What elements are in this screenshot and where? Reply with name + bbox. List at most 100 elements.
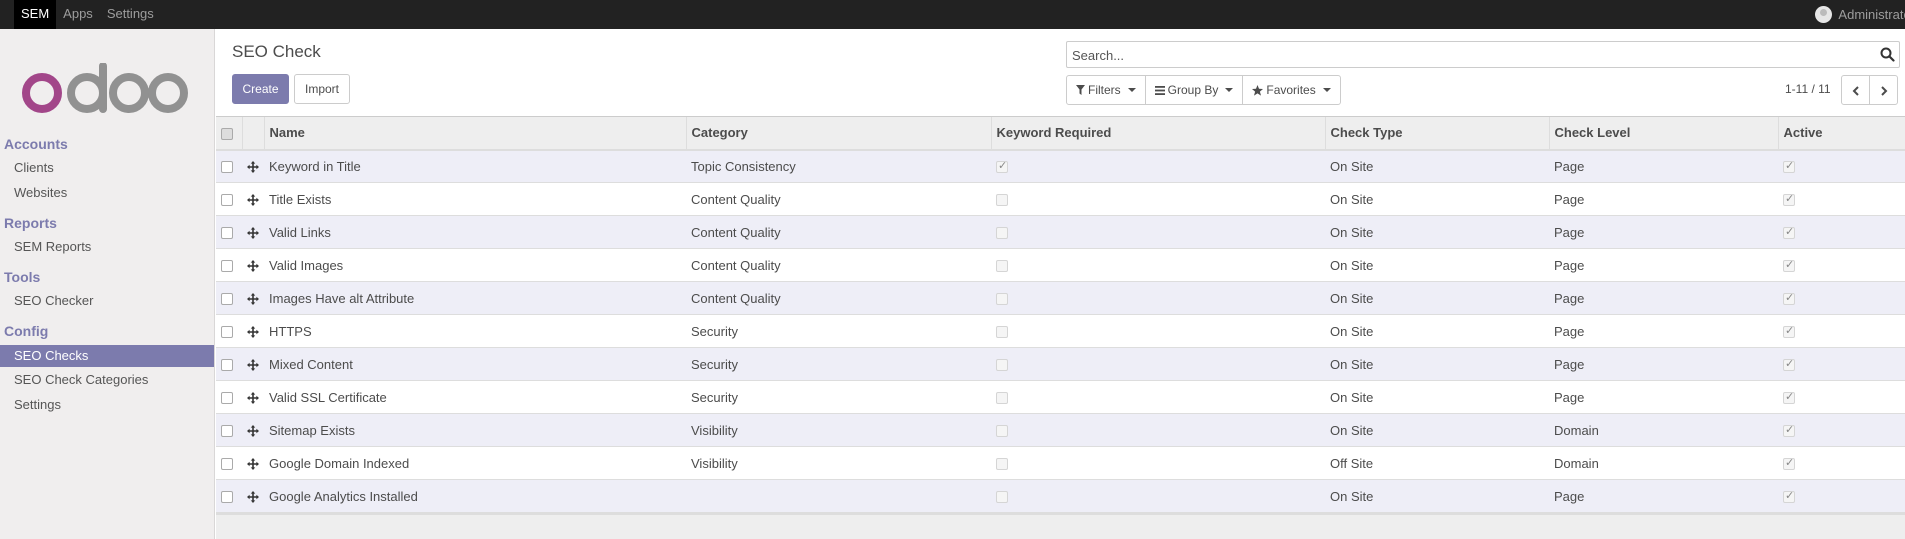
cell-check-level[interactable]: Page (1549, 315, 1778, 348)
cell-check-type[interactable]: On Site (1325, 414, 1549, 447)
sidebar-item-seo-checker[interactable]: SEO Checker (0, 290, 214, 312)
sidebar-item-settings[interactable]: Settings (0, 394, 214, 416)
cell-check-level[interactable]: Page (1549, 150, 1778, 183)
pager-previous-button[interactable] (1841, 75, 1870, 105)
menu-settings[interactable]: Settings (100, 0, 161, 29)
sidebar-item-clients[interactable]: Clients (0, 157, 214, 179)
drag-handle-icon[interactable] (247, 392, 259, 405)
cell-name[interactable]: HTTPS (264, 315, 686, 348)
cell-check-level[interactable]: Domain (1549, 447, 1778, 480)
pager-next-button[interactable] (1869, 75, 1898, 105)
column-header-keyword-required[interactable]: Keyword Required (990, 116, 1325, 151)
cell-check-type[interactable]: On Site (1325, 282, 1549, 315)
table-row[interactable]: Sitemap Exists Visibility On Site Domain (216, 413, 1905, 447)
cell-category[interactable]: Visibility (686, 447, 991, 480)
table-row[interactable]: Valid SSL Certificate Security On Site Page (216, 380, 1905, 414)
drag-handle-icon[interactable] (247, 491, 259, 504)
menu-apps[interactable]: Apps (56, 0, 100, 29)
select-all-checkbox[interactable] (221, 127, 233, 140)
cell-check-type[interactable]: On Site (1325, 348, 1549, 381)
cell-check-level[interactable]: Page (1549, 282, 1778, 315)
cell-category[interactable]: Topic Consistency (686, 150, 991, 183)
cell-category[interactable]: Security (686, 348, 991, 381)
cell-category[interactable]: Content Quality (686, 216, 991, 249)
cell-name[interactable]: Mixed Content (264, 348, 686, 381)
cell-name[interactable]: Title Exists (264, 183, 686, 216)
drag-handle-icon[interactable] (247, 425, 259, 438)
pager-value[interactable]: 1-11 / 11 (1785, 82, 1831, 96)
cell-check-level[interactable]: Domain (1549, 414, 1778, 447)
cell-check-level[interactable]: Page (1549, 216, 1778, 249)
cell-category[interactable]: Security (686, 381, 991, 414)
cell-check-level[interactable]: Page (1549, 183, 1778, 216)
table-row[interactable]: Mixed Content Security On Site Page (216, 347, 1905, 381)
cell-category[interactable]: Content Quality (686, 249, 991, 282)
table-row[interactable]: Title Exists Content Quality On Site Page (216, 182, 1905, 216)
sidebar-item-sem-reports[interactable]: SEM Reports (0, 236, 214, 258)
row-select-checkbox[interactable] (221, 491, 233, 504)
cell-check-type[interactable]: On Site (1325, 315, 1549, 348)
cell-name[interactable]: Images Have alt Attribute (264, 282, 686, 315)
cell-check-type[interactable]: On Site (1325, 480, 1549, 513)
import-button[interactable]: Import (294, 74, 350, 104)
cell-name[interactable]: Sitemap Exists (264, 414, 686, 447)
cell-category[interactable]: Security (686, 315, 991, 348)
row-select-checkbox[interactable] (221, 260, 233, 273)
group-by-button[interactable]: Group By (1144, 75, 1244, 105)
drag-handle-icon[interactable] (247, 161, 259, 174)
cell-check-type[interactable]: On Site (1325, 381, 1549, 414)
drag-handle-icon[interactable] (247, 293, 259, 306)
filters-button[interactable]: Filters (1066, 75, 1146, 105)
search-icon[interactable] (1880, 47, 1895, 62)
table-row[interactable]: Valid Links Content Quality On Site Page (216, 215, 1905, 249)
sidebar-item-seo-check-categories[interactable]: SEO Check Categories (0, 369, 214, 391)
cell-name[interactable]: Keyword in Title (264, 150, 686, 183)
cell-check-level[interactable]: Page (1549, 480, 1778, 513)
drag-handle-icon[interactable] (247, 326, 259, 339)
table-row[interactable]: Google Domain Indexed Visibility Off Site D… (216, 446, 1905, 480)
row-select-checkbox[interactable] (221, 227, 233, 240)
cell-category[interactable]: Visibility (686, 414, 991, 447)
cell-check-level[interactable]: Page (1549, 381, 1778, 414)
create-button[interactable]: Create (232, 74, 289, 104)
cell-name[interactable]: Google Domain Indexed (264, 447, 686, 480)
cell-check-type[interactable]: On Site (1325, 249, 1549, 282)
table-row[interactable]: Images Have alt Attribute Content Quality… (216, 281, 1905, 315)
table-row[interactable]: Google Analytics Installed On Site Page (216, 479, 1905, 513)
row-select-checkbox[interactable] (221, 293, 233, 306)
menu-sem[interactable]: SEM (14, 0, 57, 29)
drag-handle-icon[interactable] (247, 458, 259, 471)
sidebar-item-websites[interactable]: Websites (0, 182, 214, 204)
column-header-active[interactable]: Active (1777, 116, 1905, 151)
row-select-checkbox[interactable] (221, 425, 233, 438)
search-input[interactable]: Search... (1066, 41, 1900, 68)
cell-check-type[interactable]: On Site (1325, 216, 1549, 249)
cell-category[interactable]: Content Quality (686, 183, 991, 216)
cell-check-level[interactable]: Page (1549, 249, 1778, 282)
cell-category[interactable] (686, 480, 991, 513)
cell-check-type[interactable]: On Site (1325, 150, 1549, 183)
drag-handle-icon[interactable] (247, 359, 259, 372)
cell-name[interactable]: Valid Links (264, 216, 686, 249)
drag-handle-icon[interactable] (247, 194, 259, 207)
column-header-category[interactable]: Category (685, 116, 991, 151)
drag-handle-icon[interactable] (247, 260, 259, 273)
user-menu[interactable]: Administrator (1815, 0, 1905, 29)
cell-name[interactable]: Valid Images (264, 249, 686, 282)
cell-check-type[interactable]: Off Site (1325, 447, 1549, 480)
row-select-checkbox[interactable] (221, 194, 233, 207)
cell-check-level[interactable]: Page (1549, 348, 1778, 381)
column-header-check-level[interactable]: Check Level (1548, 116, 1778, 151)
drag-handle-icon[interactable] (247, 227, 259, 240)
row-select-checkbox[interactable] (221, 458, 233, 471)
row-select-checkbox[interactable] (221, 392, 233, 405)
table-row[interactable]: Valid Images Content Quality On Site Page (216, 248, 1905, 282)
table-row[interactable]: Keyword in TitleTopic Consistency On Site… (216, 149, 1905, 183)
cell-name[interactable]: Google Analytics Installed (264, 480, 686, 513)
column-header-name[interactable]: Name (263, 116, 686, 151)
favorites-button[interactable]: Favorites (1242, 75, 1341, 105)
table-row[interactable]: HTTPS Security On Site Page (216, 314, 1905, 348)
cell-check-type[interactable]: On Site (1325, 183, 1549, 216)
column-header-check-type[interactable]: Check Type (1324, 116, 1549, 151)
cell-name[interactable]: Valid SSL Certificate (264, 381, 686, 414)
